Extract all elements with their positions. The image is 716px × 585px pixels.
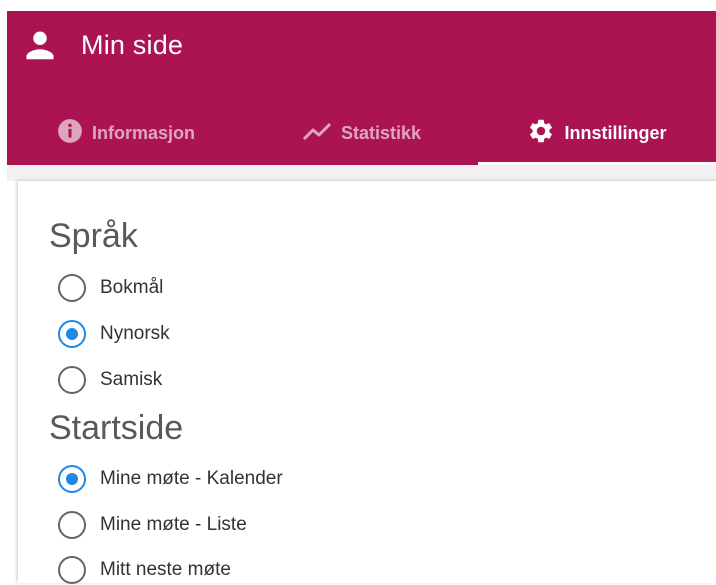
startpage-option-list[interactable]: Mine møte - Liste	[58, 510, 247, 540]
radio-button[interactable]	[58, 320, 86, 348]
radio-button[interactable]	[58, 274, 86, 302]
gear-icon	[527, 117, 555, 150]
radio-label: Samisk	[100, 369, 163, 390]
radio-button[interactable]	[58, 556, 86, 584]
tab-label: Informasjon	[91, 123, 195, 143]
startpage-option-calendar[interactable]: Mine møte - Kalender	[58, 464, 283, 494]
startpage-option-next-meeting[interactable]: Mitt neste møte	[58, 555, 231, 585]
settings-card: Språk Bokmål Nynorsk Samisk Startside Mi…	[18, 181, 716, 585]
tab-label: Statistikk	[340, 123, 422, 143]
radio-label: Mine møte - Liste	[100, 514, 247, 535]
tab-label: Innstillinger	[564, 123, 667, 143]
radio-label: Nynorsk	[100, 323, 170, 344]
radio-button[interactable]	[58, 366, 86, 394]
trending-up-icon	[302, 120, 332, 147]
page-title: Min side	[81, 29, 184, 60]
radio-label: Bokmål	[100, 277, 164, 298]
info-icon	[57, 118, 83, 149]
language-section-title: Språk	[49, 217, 138, 255]
tab-bar: Informasjon Statistikk Innstillinger	[7, 102, 716, 165]
radio-button[interactable]	[58, 511, 86, 539]
tab-innstillinger[interactable]: Innstillinger	[478, 102, 716, 165]
language-option-samisk[interactable]: Samisk	[58, 365, 162, 395]
person-icon	[21, 26, 59, 64]
startpage-section-title: Startside	[49, 409, 184, 447]
content-gap	[7, 165, 716, 181]
radio-label: Mitt neste møte	[100, 559, 231, 580]
language-option-bokmal[interactable]: Bokmål	[58, 273, 163, 303]
app-header: Min side Informasjon Statistikk Innstill…	[7, 11, 716, 165]
tab-statistikk[interactable]: Statistikk	[245, 102, 478, 165]
radio-label: Mine møte - Kalender	[100, 468, 283, 489]
language-option-nynorsk[interactable]: Nynorsk	[58, 319, 170, 349]
page-title-row: Min side	[21, 25, 183, 65]
radio-button[interactable]	[58, 465, 86, 493]
tab-informasjon[interactable]: Informasjon	[7, 102, 245, 165]
